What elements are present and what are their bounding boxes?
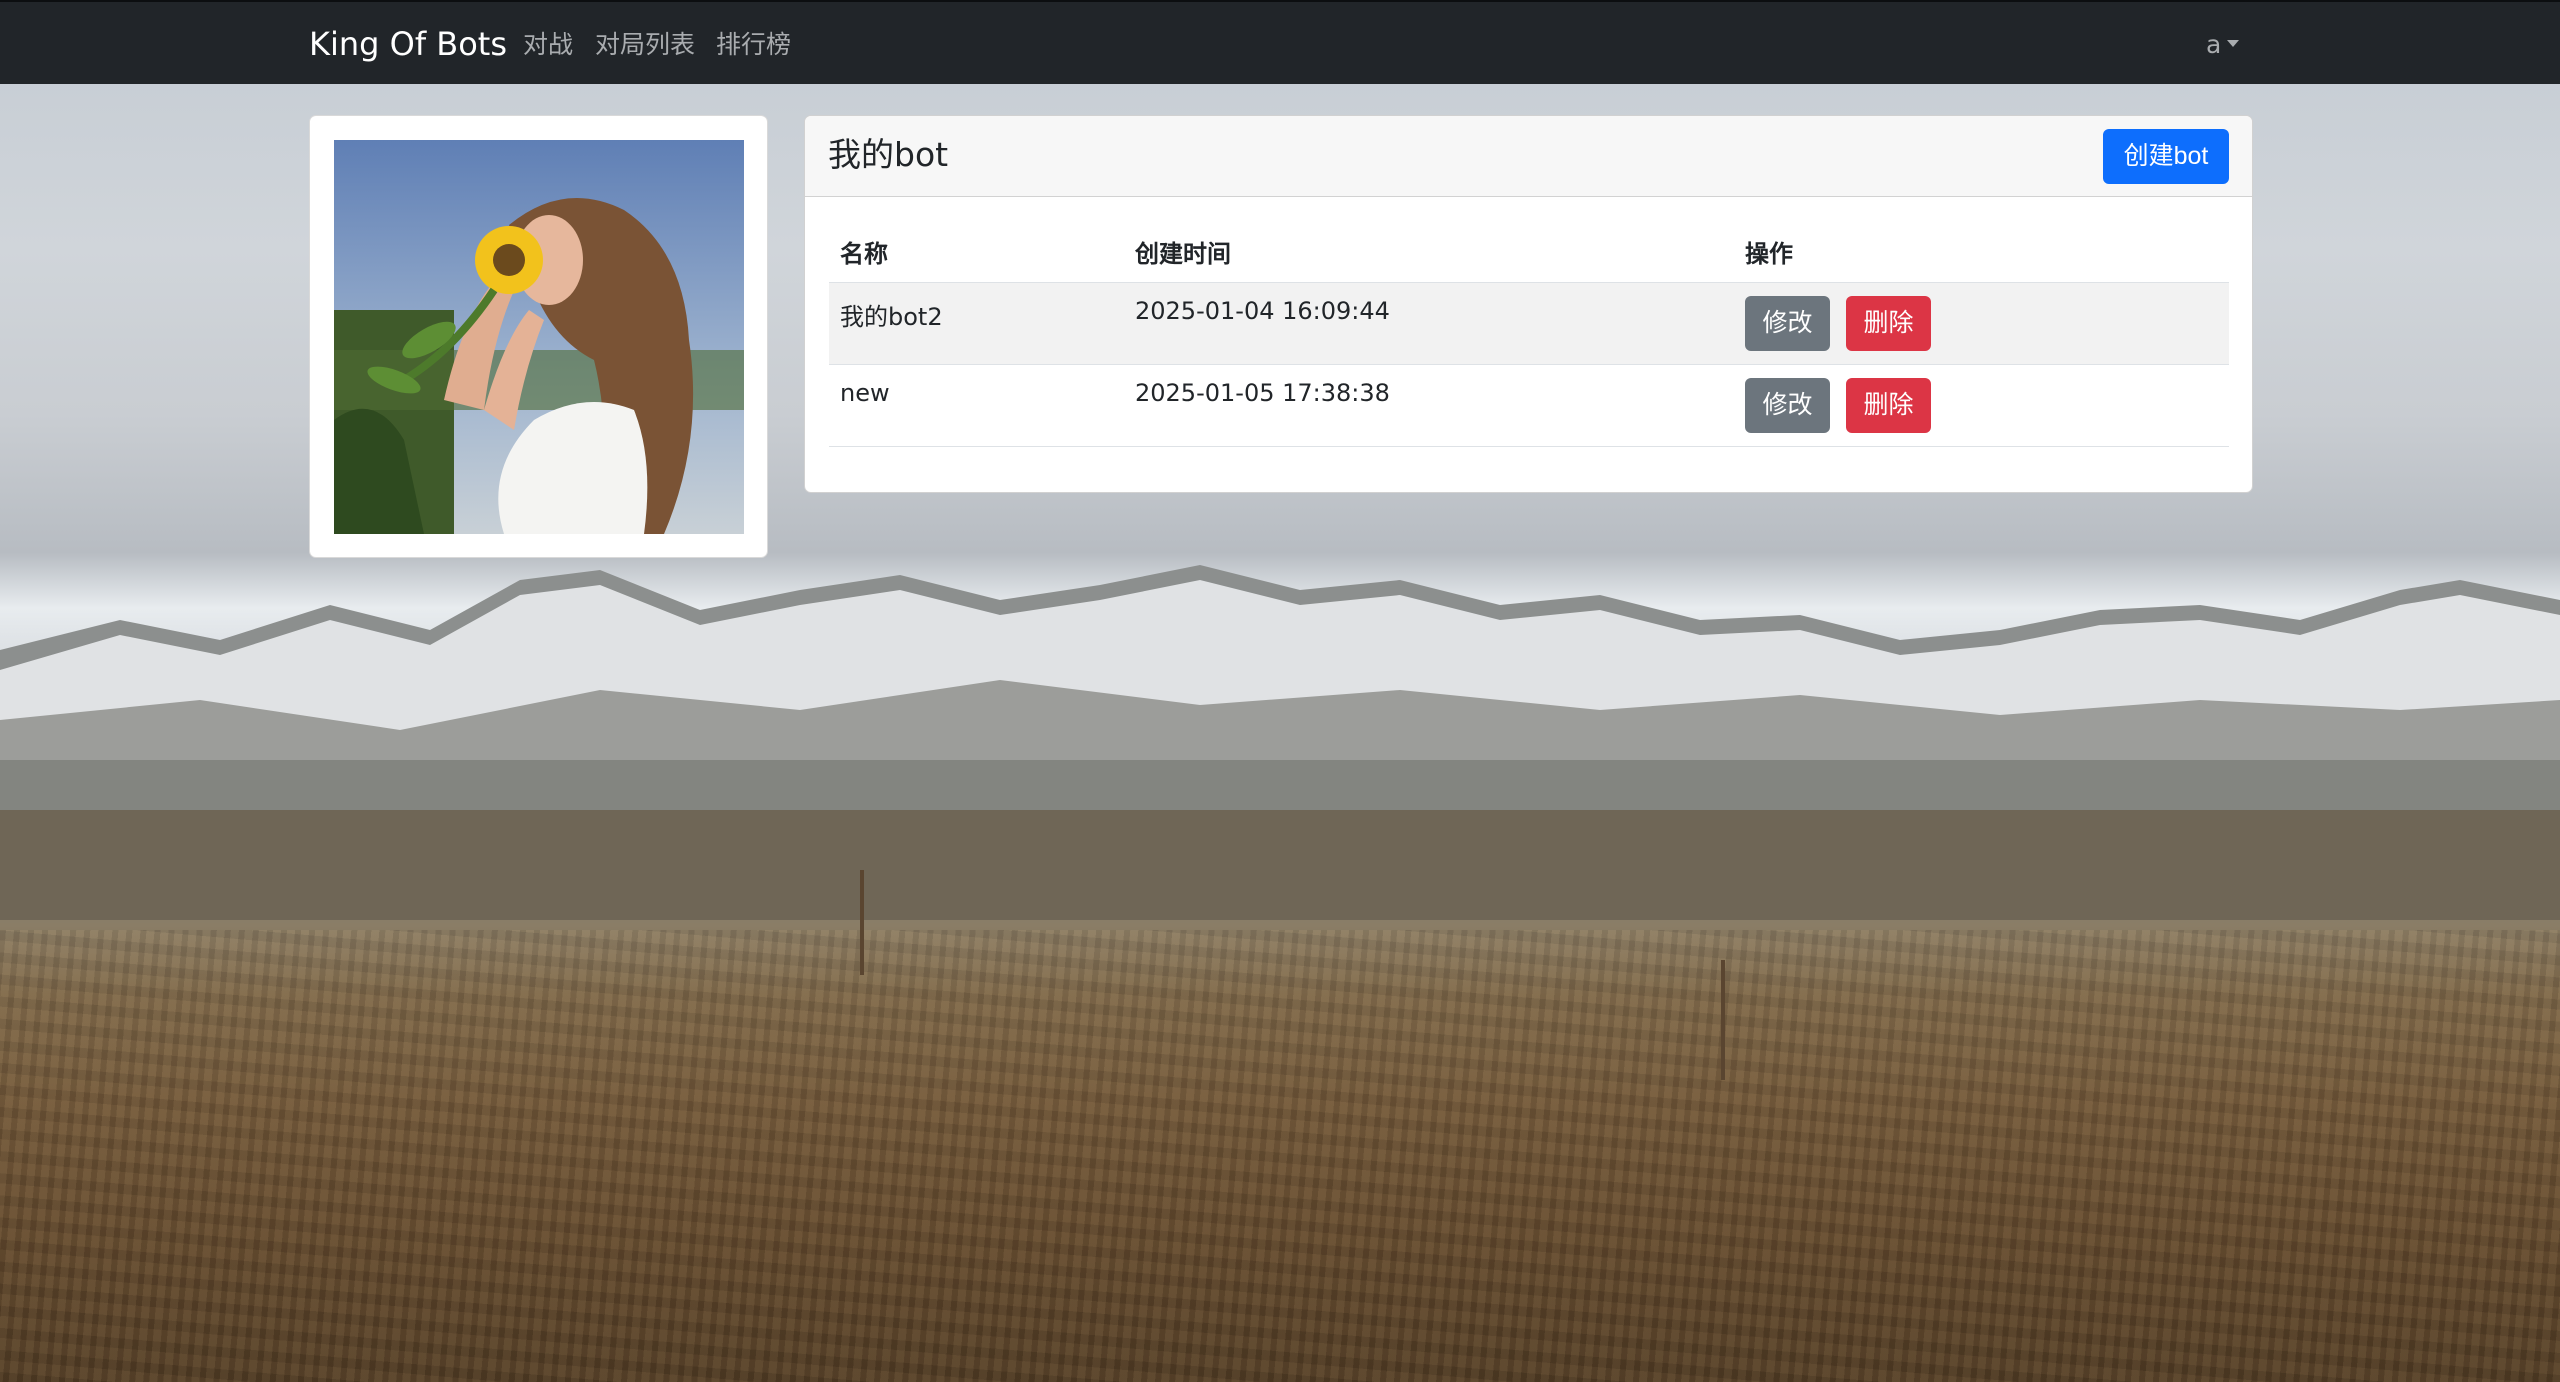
bots-table: 名称 创建时间 操作 我的bot2 2025-01-04 16:09:44 修改…: [829, 222, 2229, 447]
background-field: [0, 930, 2560, 1382]
edit-bot-button[interactable]: 修改: [1745, 377, 1830, 433]
nav-link-ranklist[interactable]: 排行榜: [716, 29, 791, 61]
background-mountains: [0, 565, 2560, 920]
column-header-name: 名称: [829, 222, 1124, 283]
edit-bot-button[interactable]: 修改: [1745, 295, 1830, 351]
column-header-actions: 操作: [1734, 222, 2229, 283]
column-header-created: 创建时间: [1124, 222, 1734, 283]
top-navbar: King Of Bots 对战 对局列表 排行榜 a: [0, 0, 2560, 84]
user-name: a: [2206, 30, 2222, 59]
user-avatar-photo-icon: [334, 140, 744, 534]
card-header: 我的bot 创建bot: [805, 116, 2252, 197]
background-pole: [1721, 960, 1725, 1080]
bot-actions: 修改 删除: [1734, 282, 2229, 365]
bot-name: new: [829, 364, 1124, 447]
create-bot-button[interactable]: 创建bot: [2103, 129, 2229, 184]
bot-actions: 修改 删除: [1734, 364, 2229, 447]
avatar-card: [309, 115, 768, 558]
brand-link[interactable]: King Of Bots: [309, 24, 507, 64]
avatar: [334, 140, 744, 534]
background-pole: [860, 870, 864, 975]
delete-bot-button[interactable]: 删除: [1846, 295, 1931, 351]
user-dropdown-toggle[interactable]: a: [2206, 29, 2240, 61]
card-title: 我的bot: [828, 135, 949, 174]
caret-down-icon: [2227, 39, 2240, 47]
my-bots-card: 我的bot 创建bot 名称 创建时间 操作 我的bot2 2025-01-04…: [804, 115, 2253, 493]
delete-bot-button[interactable]: 删除: [1846, 377, 1931, 433]
bot-name: 我的bot2: [829, 282, 1124, 365]
nav-link-battle[interactable]: 对战: [523, 29, 573, 61]
table-header-row: 名称 创建时间 操作: [829, 222, 2229, 283]
bot-created-time: 2025-01-04 16:09:44: [1124, 282, 1734, 365]
nav-link-records[interactable]: 对局列表: [595, 29, 695, 61]
bot-created-time: 2025-01-05 17:38:38: [1124, 364, 1734, 447]
table-row: 我的bot2 2025-01-04 16:09:44 修改 删除: [829, 282, 2229, 365]
table-row: new 2025-01-05 17:38:38 修改 删除: [829, 364, 2229, 447]
